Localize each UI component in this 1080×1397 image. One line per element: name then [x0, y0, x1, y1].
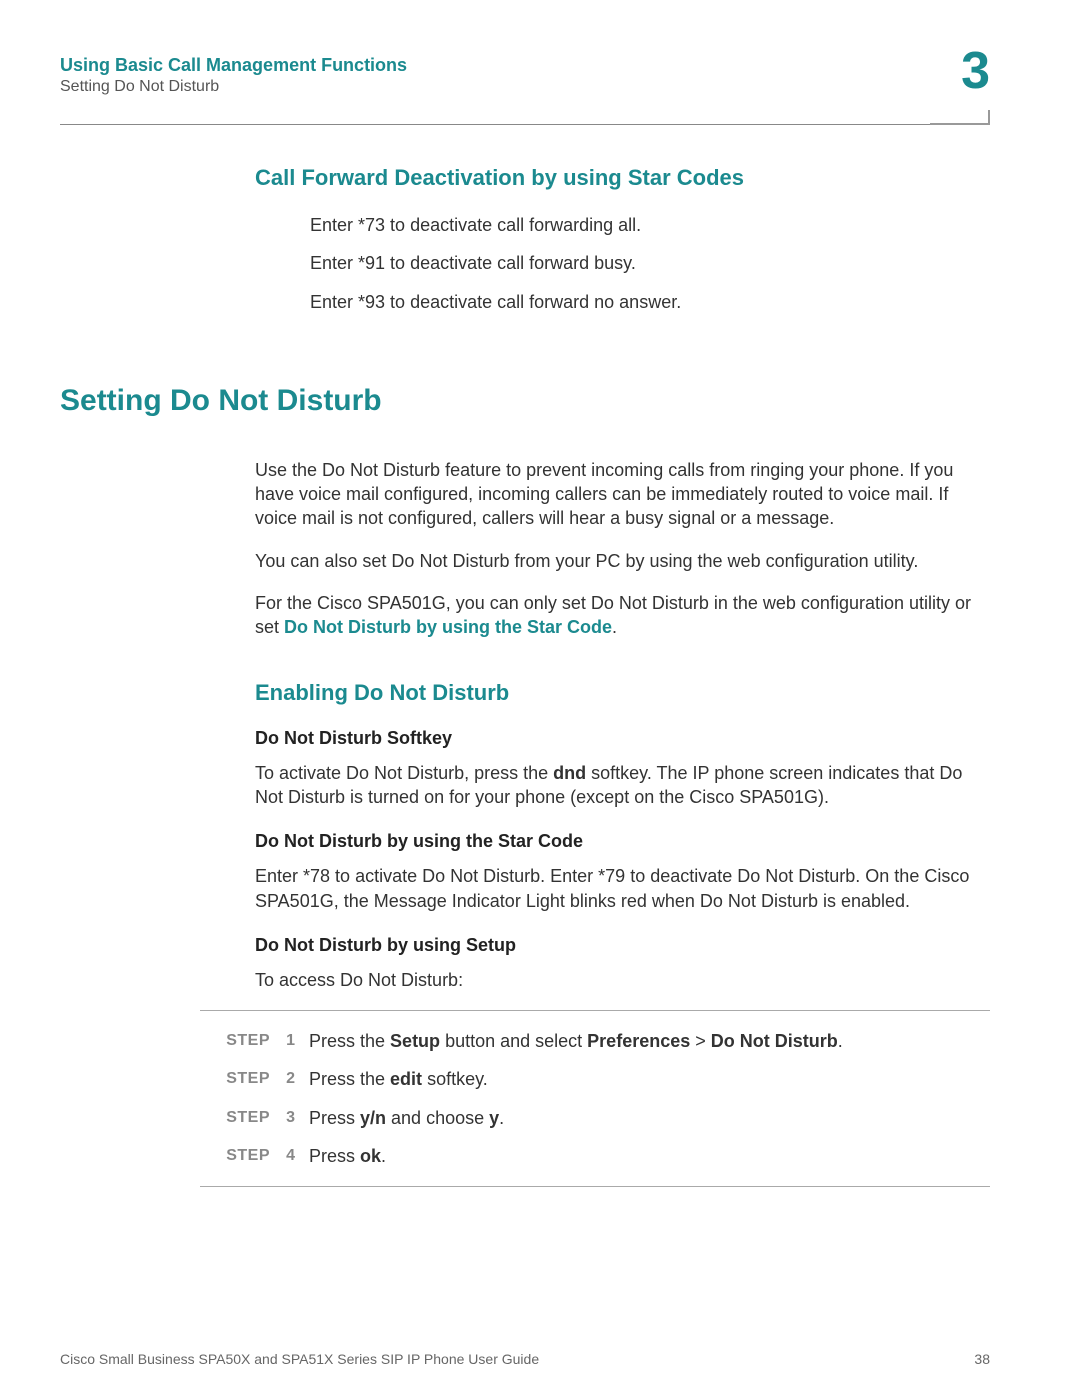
step-row: STEP 4 Press ok. [200, 1144, 990, 1168]
step-label: STEP [200, 1067, 270, 1091]
dnd-paragraph: For the Cisco SPA501G, you can only set … [255, 591, 990, 640]
step-text: Press the edit softkey. [309, 1067, 990, 1091]
step-number: 1 [270, 1029, 295, 1053]
heading-dnd-star-code: Do Not Disturb by using the Star Code [255, 831, 990, 852]
footer-doc-title: Cisco Small Business SPA50X and SPA51X S… [60, 1351, 539, 1367]
bold-text: dnd [553, 763, 586, 783]
step-rule-top [200, 1010, 990, 1011]
step-number: 3 [270, 1106, 295, 1130]
step-rule-bottom [200, 1186, 990, 1187]
step-row: STEP 1 Press the Setup button and select… [200, 1029, 990, 1053]
step-label: STEP [200, 1144, 270, 1168]
heading-setting-dnd: Setting Do Not Disturb [60, 384, 990, 418]
link-dnd-star-code[interactable]: Do Not Disturb by using the Star Code [284, 617, 612, 637]
step-label: STEP [200, 1029, 270, 1053]
text: To activate Do Not Disturb, press the [255, 763, 553, 783]
footer-page-number: 38 [974, 1351, 990, 1367]
chapter-title: Using Basic Call Management Functions [60, 55, 990, 76]
page-header: Using Basic Call Management Functions Se… [60, 55, 990, 96]
heading-dnd-softkey: Do Not Disturb Softkey [255, 728, 990, 749]
chapter-number: 3 [961, 45, 990, 97]
chapter-corner-mark [930, 110, 990, 125]
dnd-star-paragraph: Enter *78 to activate Do Not Disturb. En… [255, 864, 990, 913]
cf-deact-line: Enter *93 to deactivate call forward no … [310, 290, 990, 314]
step-text: Press ok. [309, 1144, 990, 1168]
cf-deact-line: Enter *91 to deactivate call forward bus… [310, 251, 990, 275]
step-row: STEP 3 Press y/n and choose y. [200, 1106, 990, 1130]
step-number: 2 [270, 1067, 295, 1091]
page-footer: Cisco Small Business SPA50X and SPA51X S… [60, 1351, 990, 1367]
text: . [612, 617, 617, 637]
heading-dnd-setup: Do Not Disturb by using Setup [255, 935, 990, 956]
step-number: 4 [270, 1144, 295, 1168]
step-text: Press y/n and choose y. [309, 1106, 990, 1130]
heading-cf-deactivation: Call Forward Deactivation by using Star … [255, 165, 990, 191]
dnd-paragraph: You can also set Do Not Disturb from you… [255, 549, 990, 573]
dnd-setup-intro: To access Do Not Disturb: [255, 968, 990, 992]
step-label: STEP [200, 1106, 270, 1130]
step-list: STEP 1 Press the Setup button and select… [200, 1029, 990, 1168]
dnd-paragraph: Use the Do Not Disturb feature to preven… [255, 458, 990, 531]
section-title: Setting Do Not Disturb [60, 78, 990, 96]
dnd-softkey-paragraph: To activate Do Not Disturb, press the dn… [255, 761, 990, 810]
header-rule [60, 124, 990, 125]
cf-deact-line: Enter *73 to deactivate call forwarding … [310, 213, 990, 237]
step-text: Press the Setup button and select Prefer… [309, 1029, 990, 1053]
heading-enabling-dnd: Enabling Do Not Disturb [255, 680, 990, 706]
step-row: STEP 2 Press the edit softkey. [200, 1067, 990, 1091]
